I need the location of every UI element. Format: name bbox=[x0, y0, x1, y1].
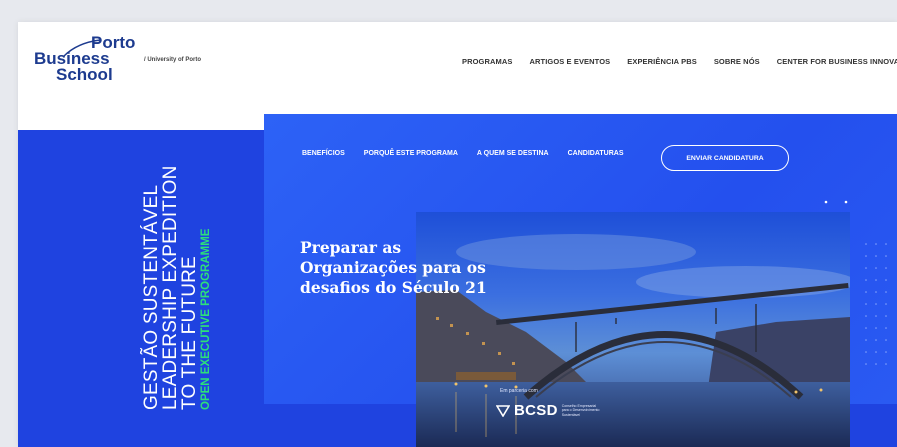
headline-line2: Organizações para os bbox=[300, 258, 486, 277]
subnav-candidaturas[interactable]: CANDIDATURAS bbox=[568, 150, 624, 157]
program-title-line3: TO THE FUTURE bbox=[179, 256, 200, 410]
headline-line3: desafios do Século 21 bbox=[300, 278, 487, 297]
nav-center-business-innovation[interactable]: CENTER FOR BUSINESS INNOVATIO bbox=[777, 57, 897, 66]
page: Porto Business School / University of Po… bbox=[18, 22, 897, 447]
program-title-line2: LEADERSHIP EXPEDITION bbox=[160, 165, 181, 410]
subnav-a-quem-destina[interactable]: A QUEM SE DESTINA bbox=[477, 150, 549, 157]
nav-experiencia-pbs[interactable]: EXPERIÊNCIA PBS bbox=[627, 57, 697, 66]
partner-label: Em parceria com bbox=[500, 388, 538, 394]
logo-school: School bbox=[56, 65, 113, 84]
subnav-porque-programa[interactable]: PORQUÊ ESTE PROGRAMA bbox=[364, 150, 458, 157]
pbs-logo[interactable]: Porto Business School bbox=[34, 32, 144, 96]
top-nav: PROGRAMAS ARTIGOS E EVENTOS EXPERIÊNCIA … bbox=[462, 57, 897, 66]
enviar-candidatura-button[interactable]: ENVIAR CANDIDATURA bbox=[661, 145, 789, 171]
nav-sobre-nos[interactable]: SOBRE NÓS bbox=[714, 57, 760, 66]
program-title-rotated: GESTÃO SUSTENTÁVEL LEADERSHIP EXPEDITION… bbox=[141, 162, 262, 410]
program-title-line1: GESTÃO SUSTENTÁVEL bbox=[141, 184, 162, 410]
headline-line1: Preparar as bbox=[300, 238, 402, 257]
bcsd-logo: BCSD Conselho Empresarial para o Desenvo… bbox=[496, 402, 600, 419]
hero-headline: Preparar as Organizações para os desafio… bbox=[300, 238, 550, 298]
bcsd-triangle-icon bbox=[496, 404, 510, 417]
program-title: GESTÃO SUSTENTÁVEL LEADERSHIP EXPEDITION… bbox=[32, 162, 278, 410]
subnav-beneficios[interactable]: BENEFÍCIOS bbox=[302, 150, 345, 157]
section-nav: BENEFÍCIOS PORQUÊ ESTE PROGRAMA A QUEM S… bbox=[302, 150, 643, 157]
bcsd-name: BCSD bbox=[514, 402, 558, 419]
bcsd-description: Conselho Empresarial para o Desenvolvime… bbox=[561, 404, 600, 417]
nav-programas[interactable]: PROGRAMAS bbox=[462, 57, 513, 66]
university-label: / University of Porto bbox=[144, 57, 202, 63]
program-type: OPEN EXECUTIVE PROGRAMME bbox=[200, 228, 212, 410]
nav-artigos-eventos[interactable]: ARTIGOS E EVENTOS bbox=[530, 57, 611, 66]
